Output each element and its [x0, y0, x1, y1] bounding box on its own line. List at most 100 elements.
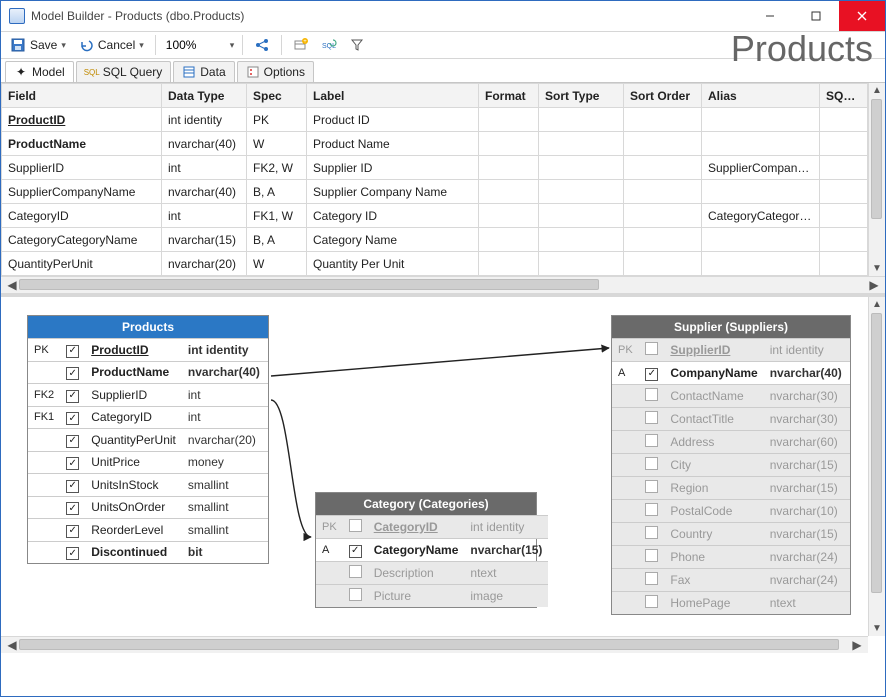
- grid-cell[interactable]: [702, 228, 820, 252]
- checkbox-cell[interactable]: [639, 591, 664, 614]
- entity-title[interactable]: Supplier (Suppliers): [612, 316, 850, 338]
- field-grid[interactable]: Field Data Type Spec Label Format Sort T…: [1, 83, 868, 276]
- col-sqlfo[interactable]: SQL Fo: [820, 84, 868, 108]
- checkbox-cell[interactable]: [343, 539, 368, 562]
- col-label[interactable]: Label: [307, 84, 479, 108]
- grid-cell[interactable]: Product Name: [307, 132, 479, 156]
- checkbox-icon[interactable]: [349, 519, 362, 532]
- grid-cell[interactable]: Category Name: [307, 228, 479, 252]
- checkbox-cell[interactable]: [60, 451, 85, 474]
- zoom-input[interactable]: [164, 38, 228, 52]
- entity-products[interactable]: Products PKProductIDint identityProductN…: [27, 315, 269, 564]
- scrollbar-thumb[interactable]: [871, 313, 882, 593]
- checkbox-icon[interactable]: [66, 547, 79, 560]
- grid-cell[interactable]: W: [247, 252, 307, 276]
- checkbox-icon[interactable]: [66, 412, 79, 425]
- tab-sql-query[interactable]: SQLSQL Query: [76, 61, 172, 82]
- grid-cell[interactable]: Product ID: [307, 108, 479, 132]
- grid-cell[interactable]: CategoryID: [2, 204, 162, 228]
- save-button[interactable]: Save ▾: [5, 34, 71, 56]
- grid-cell[interactable]: [624, 204, 702, 228]
- checkbox-cell[interactable]: [639, 499, 664, 522]
- col-alias[interactable]: Alias: [702, 84, 820, 108]
- entity-title[interactable]: Products: [28, 316, 268, 338]
- grid-cell[interactable]: [820, 180, 868, 204]
- grid-cell[interactable]: FK2, W: [247, 156, 307, 180]
- entity-row[interactable]: UnitsInStocksmallint: [28, 474, 268, 497]
- tab-options[interactable]: Options: [237, 61, 314, 82]
- entity-row[interactable]: HomePagentext: [612, 591, 850, 614]
- checkbox-icon[interactable]: [66, 345, 79, 358]
- grid-cell[interactable]: nvarchar(20): [162, 252, 247, 276]
- entity-row[interactable]: Descriptionntext: [316, 561, 548, 584]
- grid-cell[interactable]: [539, 252, 624, 276]
- checkbox-icon[interactable]: [349, 565, 362, 578]
- checkbox-cell[interactable]: [343, 516, 368, 539]
- grid-cell[interactable]: [479, 180, 539, 204]
- scroll-up-icon[interactable]: ▲: [872, 299, 882, 310]
- checkbox-icon[interactable]: [645, 411, 658, 424]
- grid-cell[interactable]: Supplier Company Name: [307, 180, 479, 204]
- entity-row[interactable]: Addressnvarchar(60): [612, 430, 850, 453]
- entity-row[interactable]: ReorderLevelsmallint: [28, 519, 268, 542]
- entity-row[interactable]: Faxnvarchar(24): [612, 568, 850, 591]
- grid-cell[interactable]: PK: [247, 108, 307, 132]
- grid-cell[interactable]: [479, 252, 539, 276]
- grid-cell[interactable]: [624, 132, 702, 156]
- close-button[interactable]: [839, 1, 885, 31]
- entity-row[interactable]: Countrynvarchar(15): [612, 522, 850, 545]
- entity-row[interactable]: PKCategoryIDint identity: [316, 516, 548, 539]
- checkbox-cell[interactable]: [60, 474, 85, 497]
- checkbox-icon[interactable]: [66, 457, 79, 470]
- grid-cell[interactable]: [479, 228, 539, 252]
- minimize-button[interactable]: [747, 1, 793, 31]
- entity-row[interactable]: Citynvarchar(15): [612, 453, 850, 476]
- grid-cell[interactable]: CategoryCategoryName: [702, 204, 820, 228]
- table-row[interactable]: SupplierIDintFK2, WSupplier IDSupplierCo…: [2, 156, 868, 180]
- grid-cell[interactable]: [624, 228, 702, 252]
- checkbox-icon[interactable]: [645, 434, 658, 447]
- grid-horizontal-scrollbar[interactable]: ◀ ▶: [1, 276, 885, 293]
- entity-row[interactable]: UnitPricemoney: [28, 451, 268, 474]
- checkbox-cell[interactable]: [639, 568, 664, 591]
- col-format[interactable]: Format: [479, 84, 539, 108]
- checkbox-cell[interactable]: [639, 522, 664, 545]
- entity-row[interactable]: Pictureimage: [316, 584, 548, 607]
- scrollbar-thumb[interactable]: [871, 99, 882, 219]
- table-row[interactable]: SupplierCompanyNamenvarchar(40)B, ASuppl…: [2, 180, 868, 204]
- col-field[interactable]: Field: [2, 84, 162, 108]
- grid-cell[interactable]: nvarchar(40): [162, 180, 247, 204]
- canvas-horizontal-scrollbar[interactable]: ◀ ▶: [1, 636, 868, 653]
- checkbox-icon[interactable]: [645, 388, 658, 401]
- entity-row[interactable]: PKSupplierIDint identity: [612, 339, 850, 362]
- grid-cell[interactable]: [539, 156, 624, 180]
- grid-cell[interactable]: [479, 108, 539, 132]
- checkbox-icon[interactable]: [66, 367, 79, 380]
- checkbox-cell[interactable]: [60, 384, 85, 407]
- checkbox-icon[interactable]: [645, 526, 658, 539]
- scroll-left-icon[interactable]: ◀: [5, 278, 19, 292]
- checkbox-cell[interactable]: [60, 406, 85, 429]
- col-datatype[interactable]: Data Type: [162, 84, 247, 108]
- grid-cell[interactable]: [624, 252, 702, 276]
- checkbox-cell[interactable]: [343, 561, 368, 584]
- checkbox-cell[interactable]: [639, 476, 664, 499]
- entity-row[interactable]: ProductNamenvarchar(40): [28, 361, 268, 384]
- entity-supplier[interactable]: Supplier (Suppliers) PKSupplierIDint ide…: [611, 315, 851, 615]
- checkbox-icon[interactable]: [645, 595, 658, 608]
- entity-row[interactable]: FK1CategoryIDint: [28, 406, 268, 429]
- checkbox-cell[interactable]: [60, 541, 85, 563]
- entity-row[interactable]: PKProductIDint identity: [28, 339, 268, 362]
- checkbox-icon[interactable]: [66, 502, 79, 515]
- entity-row[interactable]: ACategoryNamenvarchar(15): [316, 539, 548, 562]
- grid-cell[interactable]: SupplierID: [2, 156, 162, 180]
- checkbox-cell[interactable]: [60, 361, 85, 384]
- grid-cell[interactable]: [702, 132, 820, 156]
- grid-cell[interactable]: FK1, W: [247, 204, 307, 228]
- checkbox-cell[interactable]: [60, 339, 85, 362]
- table-row[interactable]: QuantityPerUnitnvarchar(20)WQuantity Per…: [2, 252, 868, 276]
- grid-cell[interactable]: W: [247, 132, 307, 156]
- checkbox-icon[interactable]: [66, 435, 79, 448]
- checkbox-icon[interactable]: [66, 480, 79, 493]
- grid-cell[interactable]: [479, 156, 539, 180]
